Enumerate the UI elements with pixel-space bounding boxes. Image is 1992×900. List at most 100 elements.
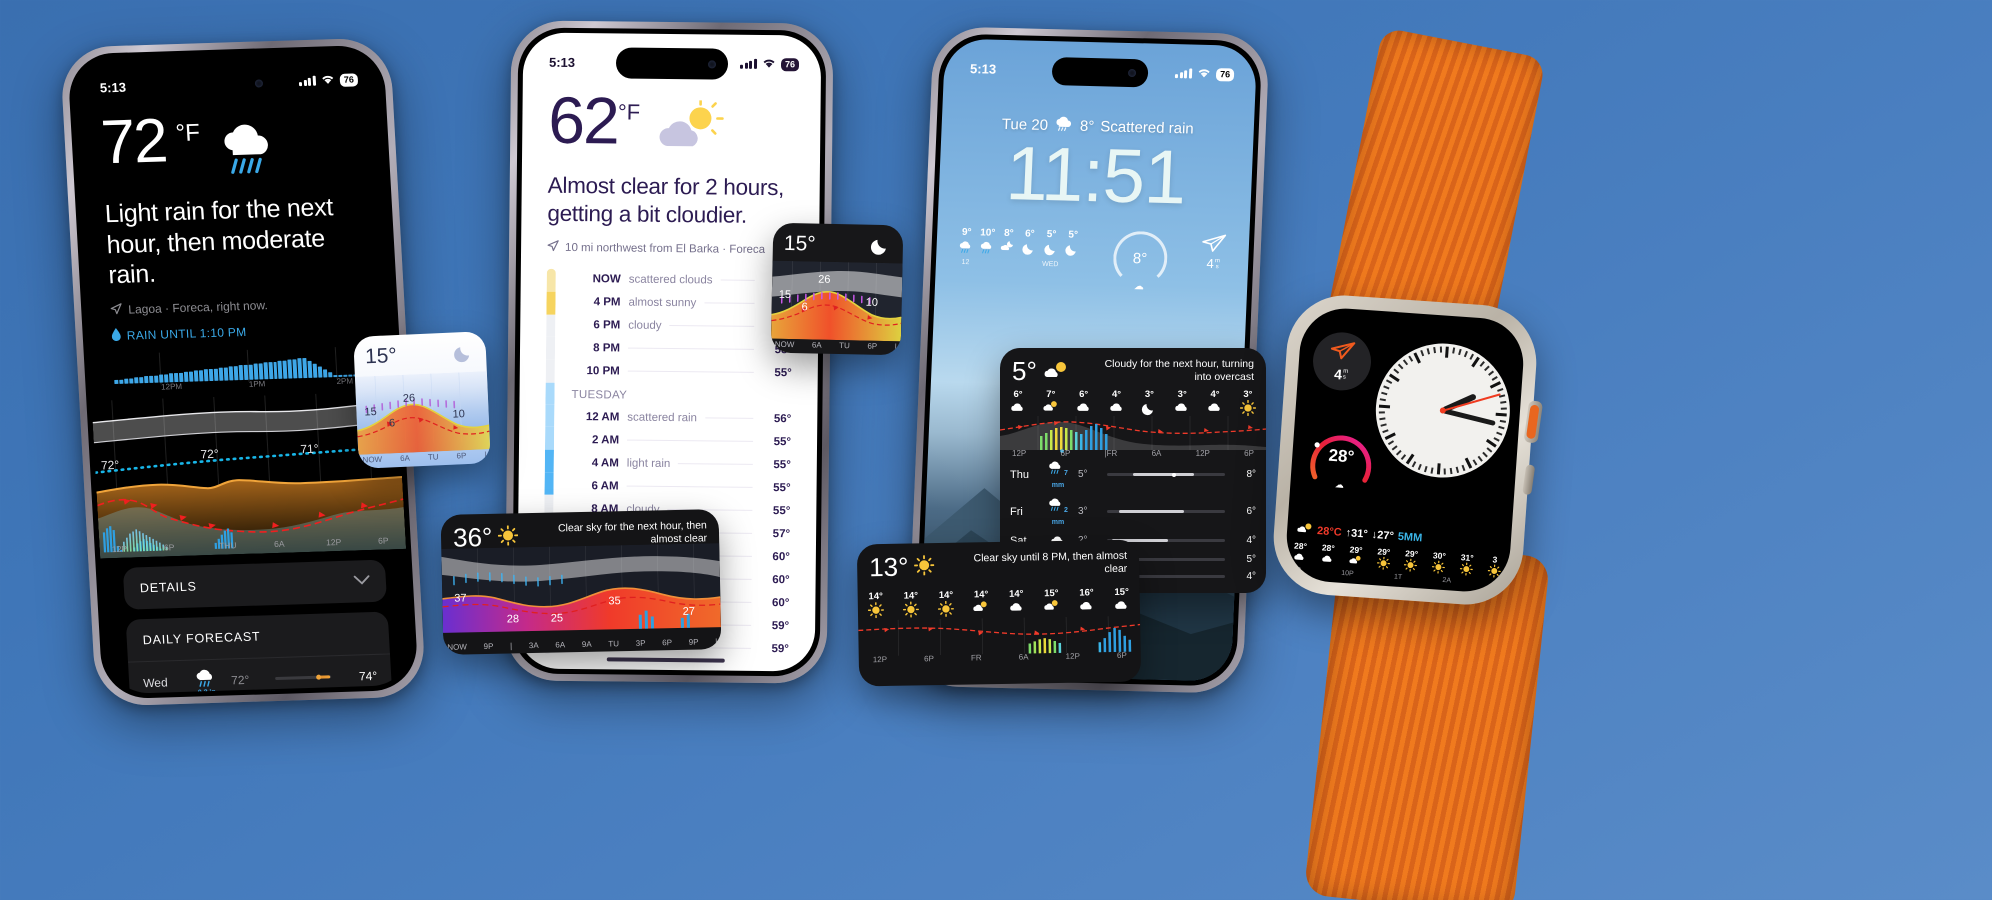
hourly-temp: 57° bbox=[772, 527, 791, 541]
widget-dark-13[interactable]: 13° Clear sky until 8 PM, then almost cl… bbox=[856, 539, 1142, 687]
wE-subtitle: Clear sky until 8 PM, then almost clear bbox=[973, 549, 1128, 576]
dial-tick bbox=[1450, 467, 1453, 475]
hourly-divider-line bbox=[627, 370, 754, 374]
phone2-location-text: 10 mi northwest from El Barka · Foreca bbox=[565, 241, 766, 256]
daily-day: Wed bbox=[142, 674, 169, 690]
watch-weather-strip[interactable]: 28°C ↑31° ↓27° 5MM 28° 28° 29° 29° 29° 30° 31°… bbox=[1284, 521, 1511, 588]
hourly-row[interactable]: 6 PMcloudy59° bbox=[562, 313, 792, 338]
axis-label: 6P bbox=[924, 654, 934, 664]
wB-hi: 26 bbox=[818, 273, 831, 286]
lock-temp-ring-widget[interactable]: 8° ☁ bbox=[1111, 230, 1169, 292]
hourly-row[interactable]: 2 AM 55° bbox=[561, 428, 791, 453]
widget-hourly-item: 14° bbox=[973, 589, 990, 618]
phone1-x-1: 6P bbox=[163, 541, 175, 553]
widget-daily-row[interactable]: Thu 7 mm 5° 8° bbox=[1000, 456, 1266, 493]
precip-bar bbox=[223, 366, 229, 381]
wifi-icon bbox=[1197, 67, 1212, 80]
lock-hourly-item: 9° 12 bbox=[958, 227, 975, 266]
widget-light-15[interactable]: 15° 26 15 6 10 NOW 6A TU 6P | bbox=[353, 331, 491, 469]
side-button[interactable] bbox=[1522, 464, 1536, 496]
lock-widget-row[interactable]: 9° 12 10° 8° 6° 5° WED 5° 8° ☁ 4 m s bbox=[935, 210, 1250, 292]
lock-hourly-widget[interactable]: 9° 12 10° 8° 6° 5° WED 5° bbox=[958, 227, 1081, 269]
cloud-icon bbox=[1079, 601, 1095, 613]
hourly-time: 4 PM bbox=[593, 295, 621, 309]
sun-behind-cloud-icon bbox=[1043, 360, 1069, 385]
watch-hourly-item: 28° bbox=[1293, 541, 1308, 567]
battery-indicator: 76 bbox=[1215, 67, 1235, 82]
dial-tick bbox=[1458, 348, 1462, 355]
axis-label: TU bbox=[427, 452, 439, 462]
sun-icon bbox=[1432, 560, 1446, 576]
watch-temp-complication[interactable]: 28° ☁ bbox=[1302, 418, 1381, 497]
widget-hourly-item: 14° bbox=[902, 590, 920, 619]
hourly-divider-line bbox=[720, 279, 755, 282]
hourly-row[interactable]: 4 AM light rain 55° bbox=[561, 451, 791, 476]
dial-tick bbox=[1482, 451, 1488, 458]
sun-icon bbox=[938, 600, 955, 619]
widget-hourly-item: 4° bbox=[1109, 389, 1125, 418]
chevron-down-icon[interactable] bbox=[353, 574, 370, 588]
hourly-row[interactable]: 6 AM 55° bbox=[560, 474, 790, 499]
watch-face[interactable]: 4 m s 28° ☁ 28°C ↑31° ↓27° 5MM 28° 28° 2… bbox=[1283, 305, 1527, 595]
wD-hourly-row: 6° 7° 6° 4° 3° 3° 4° 3° bbox=[1000, 385, 1266, 418]
hourly-row[interactable]: 4 PMalmost sunny61° bbox=[562, 290, 793, 315]
lock-hourly-temp: 5° bbox=[1046, 228, 1057, 241]
axis-label: | bbox=[715, 637, 718, 647]
wC-v-left: 37 bbox=[454, 592, 467, 605]
widget-daily-row[interactable]: Fri 2 mm 3° 6° bbox=[1000, 493, 1266, 530]
daily-forecast-row[interactable]: Wed 0.3 in 72° 74° bbox=[127, 652, 393, 695]
battery-indicator: 76 bbox=[780, 57, 800, 71]
hourly-time: 12 AM bbox=[585, 410, 620, 424]
precip-bar bbox=[183, 371, 189, 382]
phone1-x-2: THU bbox=[218, 539, 237, 551]
widget-hourly-temp: 7° bbox=[1046, 389, 1056, 400]
widget-hourly-item: 15° bbox=[1043, 588, 1060, 617]
dial-tick bbox=[1384, 432, 1396, 440]
dial-tick bbox=[1393, 368, 1399, 374]
hourly-divider-line bbox=[678, 463, 753, 466]
watch-wind-complication[interactable]: 4 m s bbox=[1311, 330, 1373, 393]
hourly-row[interactable]: 8 PM58° bbox=[562, 336, 792, 361]
details-card[interactable]: DETAILS bbox=[122, 559, 388, 610]
widget-daily-range-bar bbox=[1107, 510, 1225, 513]
widget-dark-36[interactable]: 36° Clear sky for the next hour, then al… bbox=[440, 509, 722, 655]
sun-icon bbox=[914, 554, 935, 580]
cloud-icon bbox=[1114, 601, 1130, 612]
watch-wind-value: 4 bbox=[1333, 365, 1343, 383]
hourly-row[interactable]: NOWscattered clouds62° bbox=[563, 267, 793, 292]
precip-tick-0: 12PM bbox=[160, 381, 183, 392]
precip-bar bbox=[173, 372, 179, 382]
axis-label: 2A bbox=[1442, 576, 1452, 585]
hourly-row[interactable]: 10 PM 55° bbox=[562, 359, 792, 384]
hourly-row[interactable]: 12 AM scattered rain 56° bbox=[561, 405, 792, 430]
raindrop-icon bbox=[111, 327, 121, 343]
precip-bar bbox=[218, 367, 224, 381]
hourly-divider-line bbox=[626, 485, 753, 489]
lock-hourly-item: 5° WED bbox=[1042, 229, 1060, 268]
lock-wind-widget[interactable]: 4 m s bbox=[1200, 233, 1228, 272]
widget-dark-15[interactable]: 15° 26 15 6 10 NOW 6A TU 6P | bbox=[770, 222, 904, 356]
watch-bottom-precip: 5MM bbox=[1397, 530, 1423, 544]
phone1-x-4: 12P bbox=[325, 536, 342, 547]
precip-bar bbox=[228, 365, 234, 380]
cloud-rain-icon: ☁ bbox=[1133, 281, 1145, 293]
dial-tick bbox=[1491, 375, 1498, 381]
wD-subtitle: Cloudy for the next hour, turning into o… bbox=[1104, 358, 1254, 384]
precip-bar bbox=[178, 372, 184, 382]
dial-tick bbox=[1495, 412, 1507, 417]
dynamic-island bbox=[615, 47, 729, 80]
hourly-temp: 56° bbox=[773, 412, 792, 426]
phone1-precip-chart: 12PM 1PM 2PM bbox=[113, 345, 373, 395]
lock-hourly-temp: 9° bbox=[961, 226, 972, 239]
daily-precip: 0.3 in bbox=[197, 688, 216, 695]
hourly-temp: 59° bbox=[771, 642, 789, 656]
precip-bar bbox=[323, 368, 328, 377]
sun-cloud-icon bbox=[1044, 600, 1060, 613]
precip-bar bbox=[213, 368, 219, 381]
cloud-rain-icon bbox=[958, 239, 974, 257]
phone1-location: Lagoa · Foreca, right now. bbox=[110, 295, 369, 318]
watch-hourly-item: 3 bbox=[1487, 554, 1502, 580]
axis-label: |FR bbox=[1104, 449, 1118, 458]
axis-label: 3A bbox=[528, 640, 539, 651]
dial-tick bbox=[1498, 425, 1505, 429]
